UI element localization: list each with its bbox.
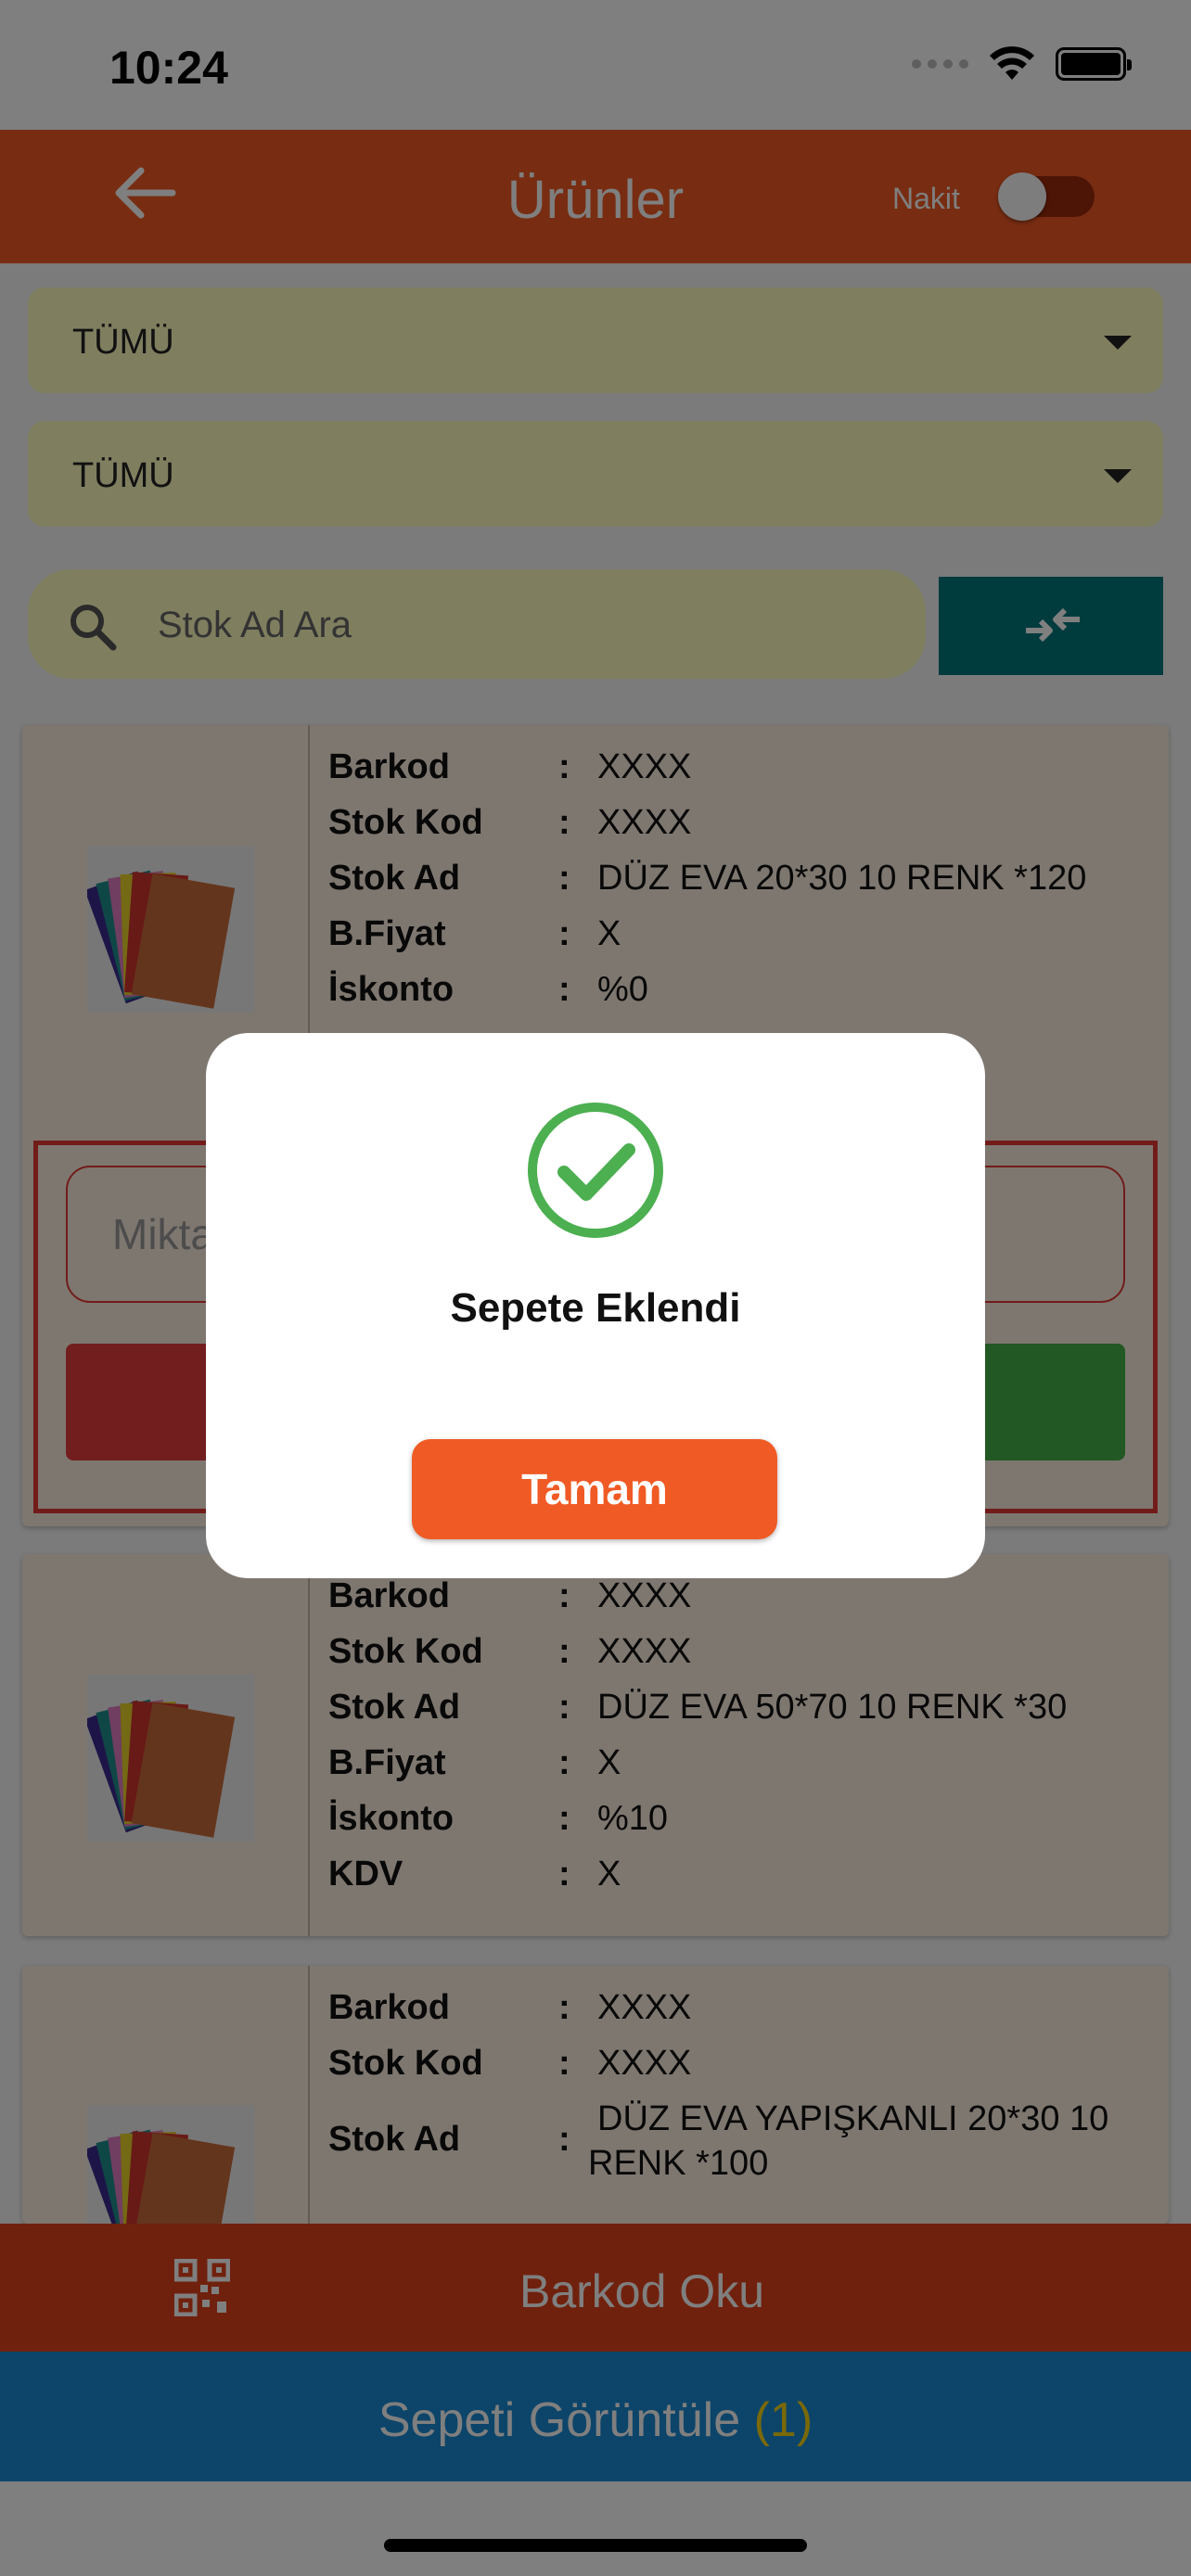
ok-button[interactable]: Tamam — [412, 1439, 777, 1539]
dialog-message: Sepete Eklendi — [450, 1285, 741, 1331]
success-dialog: Sepete Eklendi Tamam — [206, 1033, 985, 1578]
check-circle-icon — [528, 1103, 663, 1238]
